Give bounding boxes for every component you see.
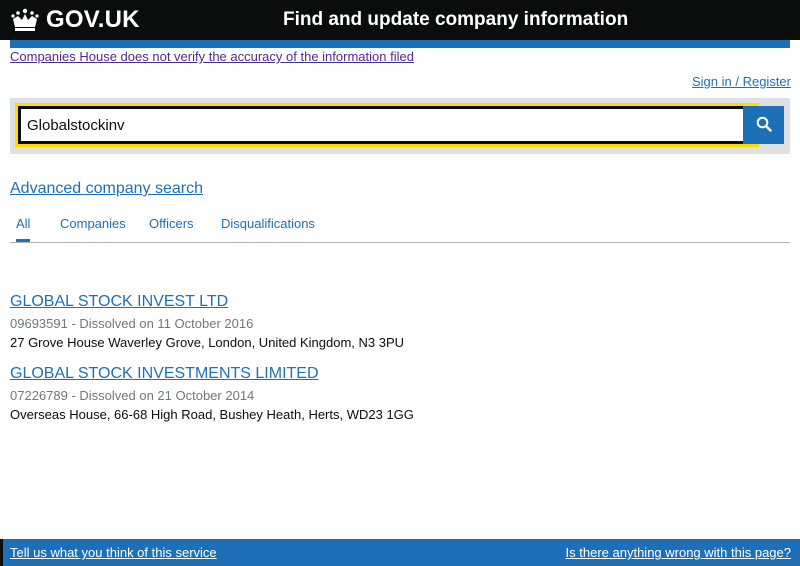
search-icon xyxy=(756,116,772,135)
result-title-link[interactable]: GLOBAL STOCK INVEST LTD xyxy=(10,292,790,312)
feedback-footer: Tell us what you think of this service I… xyxy=(0,539,800,566)
tab-all[interactable]: All xyxy=(16,216,31,242)
feedback-link[interactable]: Tell us what you think of this service xyxy=(10,545,217,560)
search-button[interactable] xyxy=(743,106,784,144)
result-title-link[interactable]: GLOBAL STOCK INVESTMENTS LIMITED xyxy=(10,364,790,384)
result-item: GLOBAL STOCK INVESTMENTS LIMITED 0722678… xyxy=(10,364,790,424)
search-input[interactable] xyxy=(15,103,759,147)
site-header: GOV.UK Find and update company informati… xyxy=(0,0,800,40)
sign-in-register-link[interactable]: Sign in / Register xyxy=(692,74,791,89)
crown-icon xyxy=(10,7,40,33)
result-item: GLOBAL STOCK INVEST LTD 09693591 - Disso… xyxy=(10,292,790,352)
govuk-logo-link[interactable]: GOV.UK xyxy=(10,4,140,36)
service-name[interactable]: Find and update company information xyxy=(283,9,628,31)
result-address: Overseas House, 66-68 High Road, Bushey … xyxy=(10,407,414,422)
result-meta: 07226789 - Dissolved on 21 October 2014 xyxy=(10,388,255,403)
footer-edge xyxy=(0,539,3,566)
result-meta: 09693591 - Dissolved on 11 October 2016 xyxy=(10,316,254,331)
header-accent-bar xyxy=(10,40,790,48)
tab-companies[interactable]: Companies xyxy=(60,216,126,239)
search-tabs: All Companies Officers Disqualifications xyxy=(10,212,790,243)
logo-text: GOV.UK xyxy=(46,6,140,33)
report-problem-link[interactable]: Is there anything wrong with this page? xyxy=(566,545,791,560)
tab-disqualifications[interactable]: Disqualifications xyxy=(221,216,315,239)
tab-officers[interactable]: Officers xyxy=(149,216,194,239)
disclaimer-link[interactable]: Companies House does not verify the accu… xyxy=(10,49,414,64)
search-panel xyxy=(10,98,790,154)
search-results: GLOBAL STOCK INVEST LTD 09693591 - Disso… xyxy=(10,292,790,436)
advanced-company-search-link[interactable]: Advanced company search xyxy=(10,180,203,198)
result-address: 27 Grove House Waverley Grove, London, U… xyxy=(10,335,405,350)
